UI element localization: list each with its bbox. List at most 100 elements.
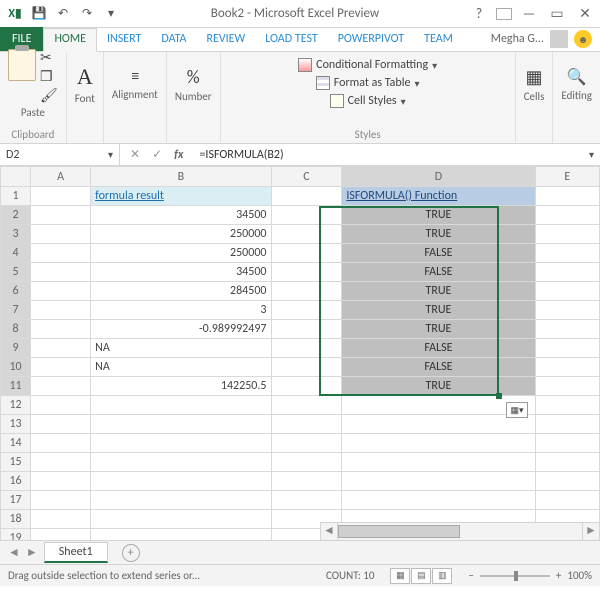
page-layout-view-button[interactable]: ▤ xyxy=(411,568,431,584)
font-button[interactable]: A Font xyxy=(75,56,95,112)
restore-button[interactable]: ▭ xyxy=(546,3,568,25)
select-all-button[interactable] xyxy=(1,167,31,187)
row-header[interactable]: 5 xyxy=(1,263,31,282)
excel-icon[interactable]: X▮ xyxy=(4,3,26,25)
clipboard-icon xyxy=(8,49,36,81)
conditional-formatting-button[interactable]: Conditional Formatting▾ xyxy=(298,56,437,74)
zoom-level[interactable]: 100% xyxy=(567,569,592,582)
group-cells: ▦ Cells xyxy=(516,52,554,143)
row-header[interactable]: 3 xyxy=(1,225,31,244)
zoom-in-button[interactable]: + xyxy=(556,569,561,582)
col-header-a[interactable]: A xyxy=(31,167,91,187)
cell-d1[interactable]: ISFORMULA() Function xyxy=(342,187,535,206)
scrollbar-thumb[interactable] xyxy=(338,525,460,538)
row-header[interactable]: 11 xyxy=(1,377,31,396)
row-header[interactable]: 14 xyxy=(1,434,31,453)
sheet-grid[interactable]: A B C D E 1 formula result ISFORMULA() Fun… xyxy=(0,166,600,540)
zoom-slider[interactable] xyxy=(480,575,550,577)
cut-icon[interactable]: ✂ xyxy=(40,49,58,66)
row-header[interactable]: 13 xyxy=(1,415,31,434)
minimize-button[interactable]: — xyxy=(518,3,540,25)
row-header[interactable]: 10 xyxy=(1,358,31,377)
name-box[interactable]: D2 ▾ xyxy=(0,144,120,165)
tab-review[interactable]: REVIEW xyxy=(196,29,255,51)
row-header[interactable]: 7 xyxy=(1,301,31,320)
feedback-smiley-icon[interactable]: ☻ xyxy=(574,30,592,48)
row-header[interactable]: 17 xyxy=(1,491,31,510)
row-header[interactable]: 2 xyxy=(1,206,31,225)
new-sheet-button[interactable]: + xyxy=(122,544,140,562)
qat-customize-icon[interactable]: ▾ xyxy=(100,3,122,25)
scroll-left-icon[interactable]: ◄ xyxy=(320,523,338,540)
zoom-control: − + 100% xyxy=(468,569,592,582)
row-header[interactable]: 6 xyxy=(1,282,31,301)
scroll-right-icon[interactable]: ► xyxy=(582,523,600,540)
save-button[interactable]: 💾 xyxy=(28,3,50,25)
cond-format-icon xyxy=(298,58,312,72)
title-bar: X▮ 💾 ↶ ↷ ▾ Book2 - Microsoft Excel Previ… xyxy=(0,0,600,28)
row-header[interactable]: 12 xyxy=(1,396,31,415)
close-button[interactable]: ✕ xyxy=(574,3,596,25)
row-header[interactable]: 8 xyxy=(1,320,31,339)
cells-button[interactable]: ▦ Cells xyxy=(524,56,545,112)
window-controls: ? — ▭ ✕ xyxy=(468,3,596,25)
row-header[interactable]: 16 xyxy=(1,472,31,491)
tab-data[interactable]: DATA xyxy=(151,29,196,51)
col-header-e[interactable]: E xyxy=(535,167,599,187)
group-font: A Font xyxy=(67,52,104,143)
account-area[interactable]: Megha G... ☻ xyxy=(483,27,600,51)
cell-styles-button[interactable]: Cell Styles▾ xyxy=(330,92,406,110)
paste-button[interactable]: ✂ ❐ 🖌 Paste xyxy=(8,56,58,112)
fill-handle[interactable] xyxy=(496,393,502,399)
row-header[interactable]: 9 xyxy=(1,339,31,358)
col-header-d[interactable]: D xyxy=(342,167,535,187)
tab-team[interactable]: TEAM xyxy=(414,29,463,51)
horizontal-scrollbar[interactable]: ◄ ► xyxy=(320,522,600,540)
quick-access-toolbar: X▮ 💾 ↶ ↷ ▾ xyxy=(4,3,122,25)
col-header-b[interactable]: B xyxy=(91,167,271,187)
format-painter-icon[interactable]: 🖌 xyxy=(40,87,58,104)
number-button[interactable]: % Number xyxy=(175,56,212,112)
tab-loadtest[interactable]: LOAD TEST xyxy=(255,29,328,51)
zoom-out-button[interactable]: − xyxy=(468,569,473,582)
normal-view-button[interactable]: ▦ xyxy=(390,568,410,584)
expand-formula-bar-icon[interactable]: ▾ xyxy=(583,148,600,161)
cancel-formula-icon[interactable]: ✕ xyxy=(130,147,140,162)
formula-input[interactable]: =ISFORMULA(B2) xyxy=(193,148,583,162)
alignment-button[interactable]: ≡ Alignment xyxy=(112,56,158,112)
font-icon: A xyxy=(77,64,93,90)
avatar-icon xyxy=(550,30,568,48)
row-header[interactable]: 1 xyxy=(1,187,31,206)
editing-button[interactable]: 🔍 Editing xyxy=(561,56,592,112)
cell-styles-icon xyxy=(330,94,344,108)
fx-icon[interactable]: fx xyxy=(174,148,183,162)
sheet-tab[interactable]: Sheet1 xyxy=(44,542,108,563)
ribbon-collapse-button[interactable] xyxy=(496,8,512,20)
row-header[interactable]: 15 xyxy=(1,453,31,472)
format-as-table-button[interactable]: Format as Table▾ xyxy=(316,74,420,92)
group-editing: 🔍 Editing xyxy=(553,52,600,143)
sheet-tab-bar: ◄ ► Sheet1 + xyxy=(0,540,600,564)
row-header[interactable]: 18 xyxy=(1,510,31,529)
page-break-view-button[interactable]: ▥ xyxy=(432,568,452,584)
find-icon: 🔍 xyxy=(567,67,587,87)
row-header[interactable]: 4 xyxy=(1,244,31,263)
tab-insert[interactable]: INSERT xyxy=(97,29,151,51)
undo-button[interactable]: ↶ xyxy=(52,3,74,25)
row-header[interactable]: 19 xyxy=(1,529,31,541)
group-number: % Number xyxy=(167,52,221,143)
copy-icon[interactable]: ❐ xyxy=(40,68,58,85)
group-clipboard: ✂ ❐ 🖌 Paste Clipboard xyxy=(0,52,67,143)
help-button[interactable]: ? xyxy=(468,3,490,25)
col-header-c[interactable]: C xyxy=(271,167,342,187)
status-message: Drag outside selection to extend series … xyxy=(8,569,200,582)
tab-powerpivot[interactable]: POWERPIVOT xyxy=(328,29,414,51)
auto-fill-options-button[interactable]: ▦▾ xyxy=(506,402,528,418)
namebox-dropdown-icon[interactable]: ▾ xyxy=(108,148,113,161)
cell-b1[interactable]: formula result xyxy=(91,187,271,206)
enter-formula-icon[interactable]: ✓ xyxy=(152,147,162,162)
sheet-nav-prev-icon[interactable]: ◄ xyxy=(8,545,20,560)
redo-button[interactable]: ↷ xyxy=(76,3,98,25)
sheet-nav-next-icon[interactable]: ► xyxy=(26,545,38,560)
status-bar: Drag outside selection to extend series … xyxy=(0,564,600,586)
